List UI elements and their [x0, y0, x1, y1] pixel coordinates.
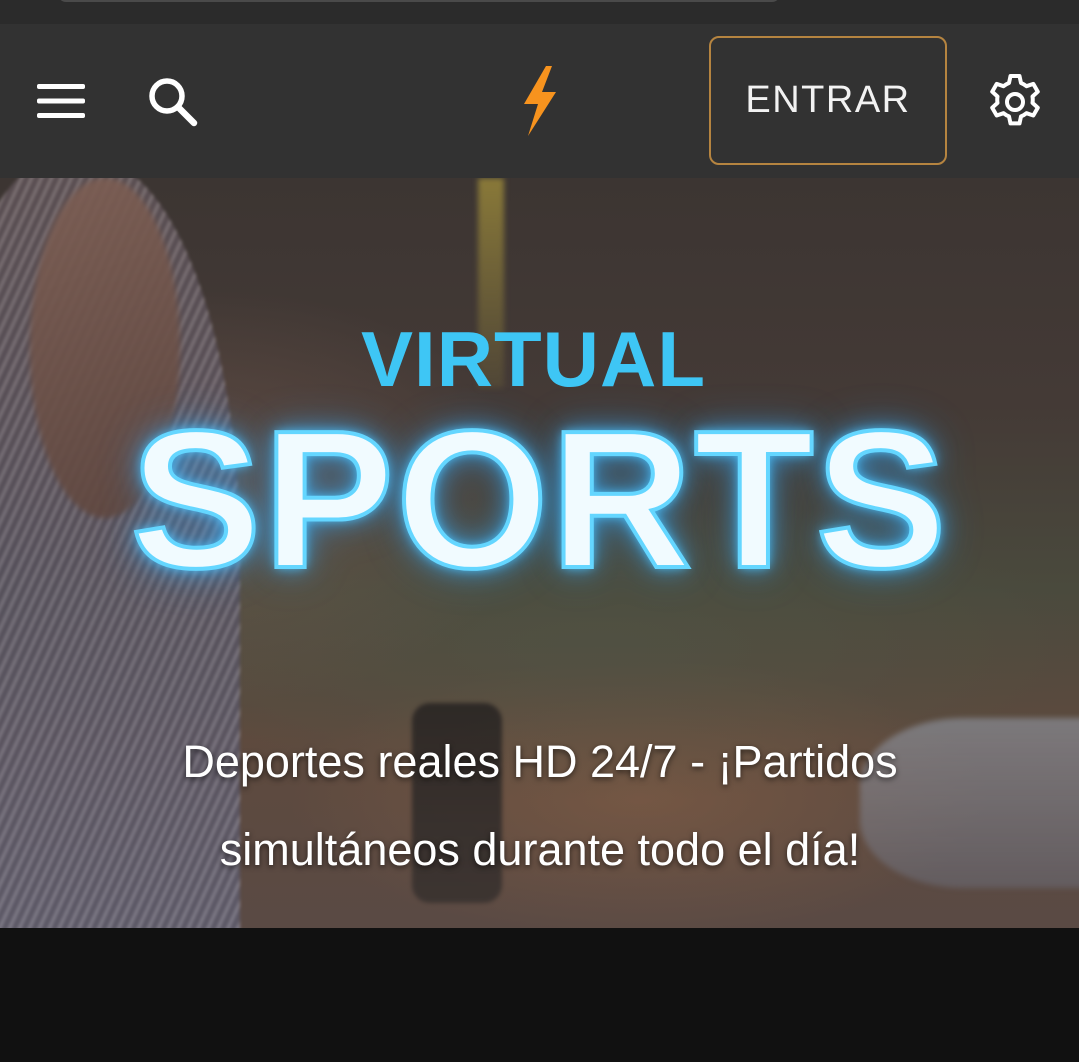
- gear-icon: [990, 74, 1040, 126]
- search-icon: [149, 78, 198, 127]
- banner-tagline: Deportes reales HD 24/7 - ¡Partidos simu…: [182, 736, 898, 875]
- menu-button[interactable]: [26, 70, 96, 132]
- search-button[interactable]: [136, 68, 208, 134]
- site-header: ENTRAR: [0, 24, 1079, 178]
- browser-top-strip: [0, 0, 1079, 24]
- virtual-sports-banner[interactable]: VIRTUAL SPORTS Deportes reales HD 24/7 -…: [0, 178, 1079, 928]
- login-button-label: ENTRAR: [745, 79, 911, 121]
- address-bar-edge: [58, 0, 780, 2]
- page-content-area: [0, 928, 1079, 1062]
- banner-title-virtual: VIRTUAL: [361, 315, 706, 403]
- brand-logo[interactable]: [504, 60, 574, 142]
- lightning-bolt-icon: [524, 66, 556, 136]
- banner-title-sports: SPORTS: [129, 390, 949, 609]
- hamburger-menu-icon: [37, 84, 85, 118]
- settings-button[interactable]: [978, 66, 1052, 138]
- login-button[interactable]: ENTRAR: [709, 36, 947, 165]
